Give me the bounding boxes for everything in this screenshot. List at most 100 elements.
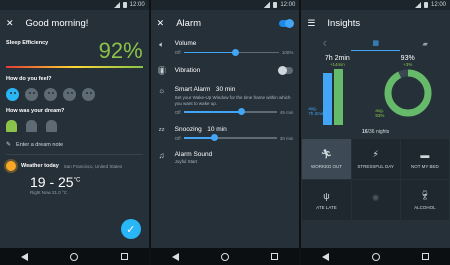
duration-avg-label: avg. 7h 2min [308, 106, 325, 117]
close-icon[interactable]: ✕ [157, 18, 165, 29]
efficiency-label: Sleep Efficiency [6, 40, 49, 46]
dream-bad-icon[interactable] [46, 120, 57, 132]
alarm-sound-label: Alarm Sound [174, 150, 213, 158]
insights-charts: 7h 2min +14min avg. 7h 2min 93% +3% avg. 9… [301, 51, 450, 129]
check-icon: ✓ [126, 223, 136, 236]
mood-bad-icon[interactable] [63, 88, 76, 101]
tag-worked-out[interactable]: 🏃︎ WORKED OUT [302, 139, 351, 179]
good-morning-screen: 12:00 ✕ Good morning! Sleep Efficiency 9… [0, 0, 149, 265]
efficiency-avg-value: 93% [400, 55, 415, 62]
vibration-icon: 📳︎ [156, 66, 167, 75]
status-bar: 12:00 [150, 0, 300, 10]
recents-icon[interactable] [120, 253, 128, 260]
weather-card: Weather today San Francisco, United Stat… [6, 161, 143, 171]
tag-grid: 🏃︎ WORKED OUT ⚡︎ STRESSFUL DAY ▬ NOT MY … [301, 139, 450, 220]
tab-chat[interactable]: ▰ [400, 36, 450, 51]
efficiency-bar [6, 66, 143, 68]
dream-neutral-icon[interactable] [26, 120, 37, 132]
alarm-toggle[interactable] [279, 18, 295, 28]
grid-icon: ▦ [372, 40, 379, 47]
nav-bar [0, 248, 149, 265]
smart-alarm-title: Smart Alarm 30 min [174, 86, 236, 93]
snoozing-setting: ᶻᶻ Snoozing 10 min Off 30 min [151, 119, 300, 145]
sunrise-icon: ☼ [158, 86, 166, 95]
bed-icon: ▬ [420, 149, 430, 160]
stress-icon: ⚡︎ [372, 149, 379, 159]
duration-chart: 7h 2min +14min avg. 7h 2min [307, 55, 367, 125]
tag-label: NOT MY BED [410, 163, 439, 169]
close-icon[interactable]: ✕ [6, 18, 14, 29]
home-icon[interactable] [70, 252, 79, 261]
fork-knife-icon: ψ [323, 190, 330, 201]
smart-alarm-desc: Set your Wake-Up Window for the time fra… [174, 95, 291, 106]
menu-icon[interactable]: ☰ [307, 18, 315, 29]
page-title: Insights [327, 17, 361, 29]
battery-icon [122, 2, 127, 8]
smart-alarm-setting: ☼ Smart Alarm 30 min Set your Wake-Up Wi… [151, 79, 300, 119]
snooze-icon: ᶻᶻ [158, 125, 165, 135]
back-icon[interactable] [322, 252, 330, 261]
tab-grid[interactable]: ▦ [350, 36, 401, 51]
confirm-button[interactable]: ✓ [120, 219, 141, 239]
status-time: 12:00 [431, 2, 447, 8]
home-icon[interactable] [221, 252, 229, 261]
weather-label: Weather today [21, 163, 59, 169]
vibration-toggle[interactable] [278, 66, 294, 75]
speech-bubble-icon: ▰ [422, 40, 428, 48]
alarm-sound-value: Joyful Start [174, 158, 198, 164]
status-bar: 12:00 [301, 0, 450, 10]
snoozing-slider[interactable]: Off 30 min [174, 134, 294, 142]
app-bar: ☰ Insights [301, 10, 450, 36]
weather-location: San Francisco, United States [63, 163, 123, 169]
snoozing-max: 30 min [279, 135, 294, 141]
back-icon[interactable] [171, 252, 179, 261]
tag-not-my-bed[interactable]: ▬ NOT MY BED [400, 139, 449, 179]
efficiency-avg-label: avg. 93% [375, 108, 385, 119]
duration-delta: +14min [329, 62, 345, 67]
smart-alarm-slider[interactable]: Off 45 min [174, 108, 293, 116]
volume-setting: 🔈︎ Volume Off 100% [151, 36, 300, 59]
tag-label: ALCOHOL [414, 205, 436, 210]
app-bar: ✕ Good morning! [0, 10, 149, 36]
recents-icon[interactable] [421, 253, 429, 260]
volume-max: 100% [281, 50, 294, 55]
feel-label: How do you feel? [6, 76, 52, 82]
duration-bar-current [334, 69, 344, 125]
snoozing-min: Off [174, 135, 181, 141]
status-time: 12:00 [129, 2, 145, 8]
smart-alarm-min: Off [174, 109, 181, 115]
battery-icon [424, 2, 428, 8]
tag-ate-late[interactable]: ψ ATE LATE [302, 180, 351, 220]
app-bar: ✕ Alarm [150, 10, 300, 36]
vibration-setting: 📳︎ Vibration [151, 59, 300, 79]
vibration-label: Vibration [174, 67, 201, 74]
divider [6, 154, 143, 155]
volume-slider[interactable]: Off 100% [175, 48, 294, 56]
dream-good-icon[interactable] [6, 120, 17, 132]
dream-note-field[interactable]: ✎ Enter a dream note [6, 141, 143, 149]
mood-awful-icon[interactable] [82, 88, 95, 101]
dream-label: How was your dream? [6, 108, 65, 114]
recents-icon[interactable] [271, 253, 279, 260]
snoozing-title: Snoozing 10 min [174, 125, 227, 133]
status-time: 12:00 [280, 2, 296, 8]
signal-icon [113, 2, 120, 8]
mood-great-icon[interactable] [6, 88, 19, 101]
tag-alcohol[interactable]: 🍷︎ ALCOHOL [400, 180, 449, 220]
efficiency-value: 92% [98, 38, 143, 63]
duration-value: 7h 2min [324, 55, 350, 62]
alarm-sound-setting[interactable]: ♫ Alarm Sound Joyful Start [151, 145, 300, 168]
tag-stressful-day[interactable]: ⚡︎ STRESSFUL DAY [351, 139, 400, 179]
wine-glass-icon: 🍷︎ [419, 190, 431, 200]
pencil-icon: ✎ [6, 142, 12, 148]
insights-tabs: ☾ ▦ ▰ [301, 36, 450, 51]
home-icon[interactable] [371, 252, 380, 261]
battery-icon [273, 2, 278, 8]
sun-icon [6, 161, 16, 171]
tag-faded[interactable]: ✺ [351, 180, 400, 220]
mood-good-icon[interactable] [25, 88, 38, 101]
mood-ok-icon[interactable] [44, 88, 57, 101]
back-icon[interactable] [21, 252, 29, 261]
mood-picker [6, 88, 143, 101]
tab-night[interactable]: ☾ [301, 36, 351, 51]
